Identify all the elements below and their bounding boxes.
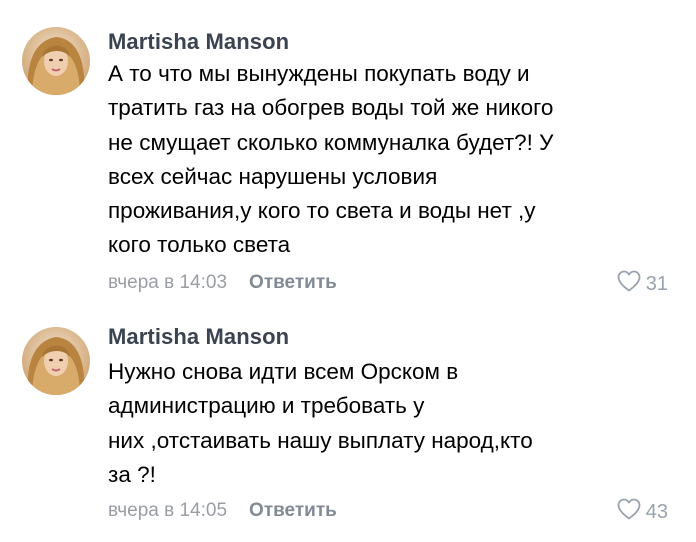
comment-author[interactable]: Martisha Manson	[108, 29, 289, 55]
comment-text-line: Нужно снова идти всем Орском в	[108, 359, 459, 384]
comment-text-line: администрацию и требовать у	[108, 393, 425, 419]
avatar[interactable]	[22, 27, 90, 95]
comment-text: Нужно снова идти всем Орском в администр…	[108, 355, 668, 492]
comment-item: Martisha Manson Нужно снова идти всем Ор…	[0, 310, 696, 542]
comment-text: А то что мы вынуждены покупать воду и тр…	[108, 57, 668, 263]
comment-item: Martisha Manson А то что мы вынуждены по…	[0, 0, 696, 310]
heart-outline-icon	[617, 498, 646, 526]
comment-text-line: А то что мы вынуждены покупать воду и	[108, 61, 530, 86]
comment-timestamp: вчера в 14:03	[108, 272, 228, 293]
like-count: 43	[645, 500, 668, 523]
comment-text-line: них ,отстаивать нашу выплату народ,кто	[108, 427, 533, 453]
comment-text-line: не смущает сколько коммуналка будет?! У	[108, 129, 554, 155]
comment-text-line: всех сейчас нарушены условия	[108, 163, 438, 189]
like-button[interactable]: 43	[617, 498, 668, 526]
comment-author[interactable]: Martisha Manson	[108, 324, 289, 350]
heart-outline-icon	[617, 270, 646, 298]
comment-text-line: проживания,у кого то света и воды нет ,у	[108, 198, 536, 224]
like-count: 31	[645, 272, 668, 295]
comment-timestamp: вчера в 14:05	[108, 500, 228, 521]
comment-text-line: за ?!	[108, 461, 156, 487]
comment-meta: вчера в 14:03 Ответить	[108, 272, 337, 294]
reply-button[interactable]: Ответить	[249, 500, 337, 521]
comment-meta: вчера в 14:05 Ответить	[108, 500, 337, 522]
like-button[interactable]: 31	[617, 270, 668, 298]
comment-text-line: тратить газ на обогрев воды той же никог…	[108, 95, 554, 121]
avatar[interactable]	[22, 327, 90, 395]
reply-button[interactable]: Ответить	[249, 272, 337, 293]
comment-text-line: кого только света	[108, 232, 291, 258]
